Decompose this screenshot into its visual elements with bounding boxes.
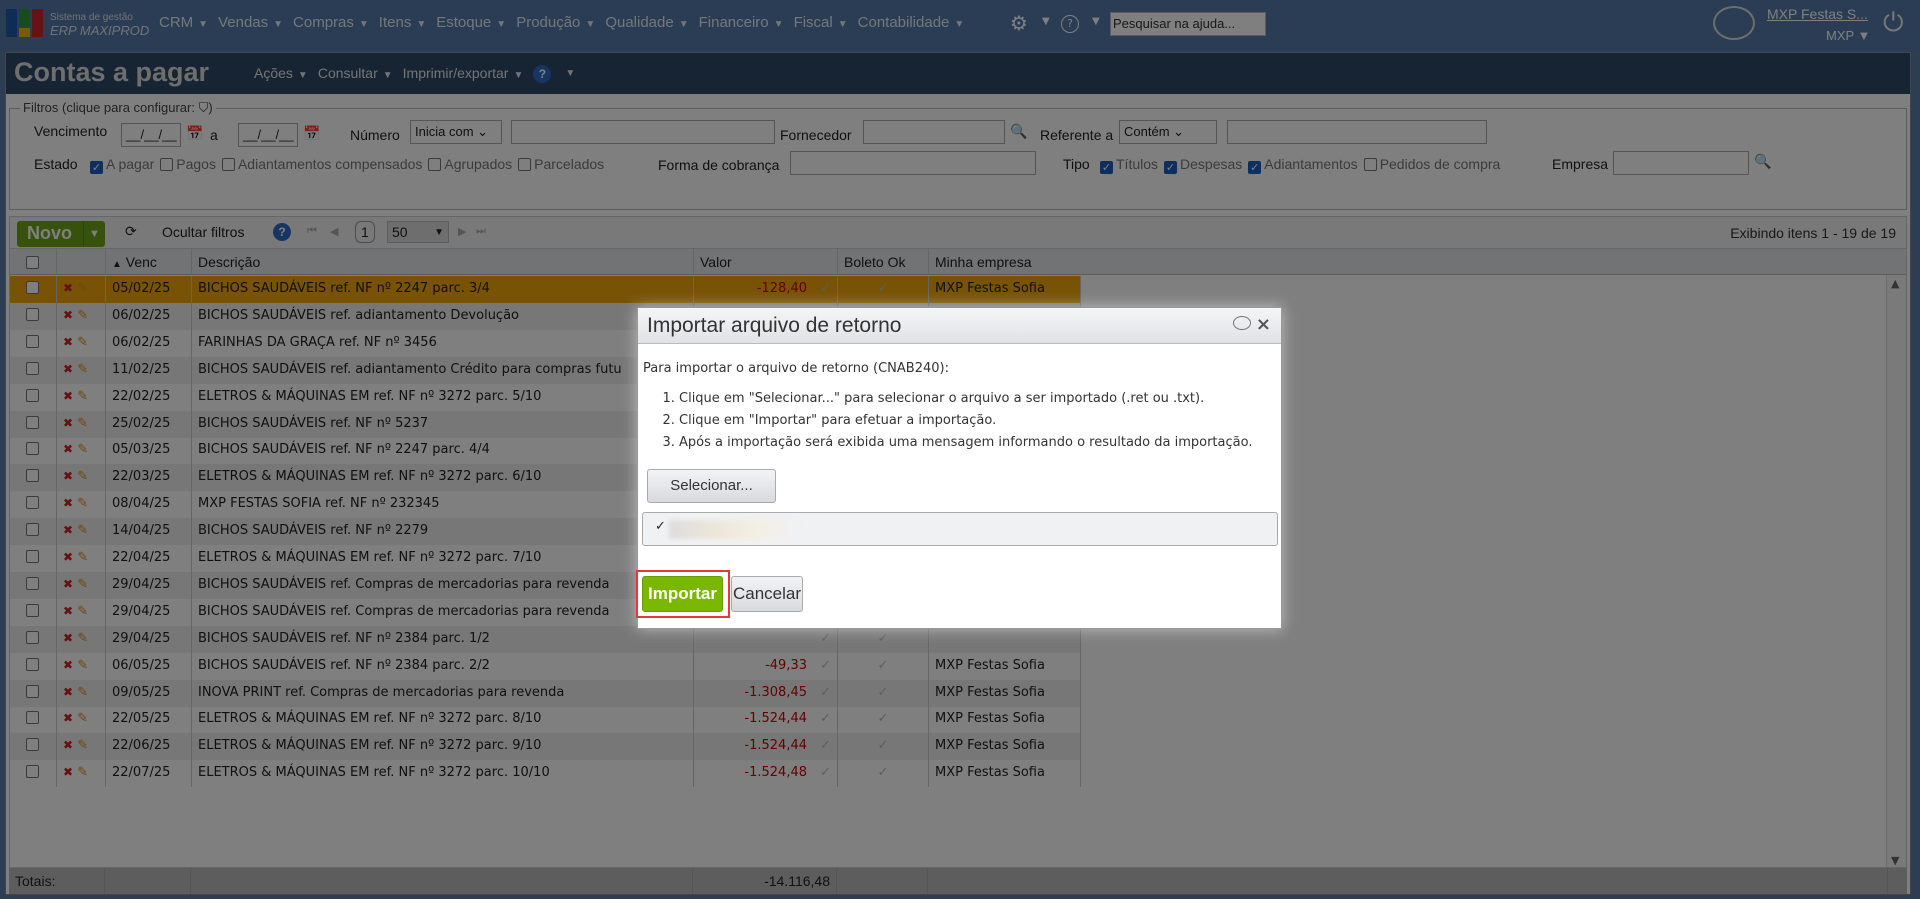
check-icon: ✓ xyxy=(655,519,666,534)
dialog-title: Importar arquivo de retorno xyxy=(647,314,902,337)
select-file-button[interactable]: Selecionar... xyxy=(647,469,776,503)
import-return-dialog: Importar arquivo de retorno × Para impor… xyxy=(636,307,1282,629)
comment-icon[interactable] xyxy=(1233,316,1251,330)
selected-file-box: ✓ xyxy=(642,512,1278,546)
step-item: Clique em "Selecionar..." para seleciona… xyxy=(679,388,1252,410)
close-icon[interactable]: × xyxy=(1256,314,1271,335)
steps-list: Clique em "Selecionar..." para seleciona… xyxy=(679,388,1252,454)
import-button[interactable]: Importar xyxy=(642,576,723,612)
blurred-filename xyxy=(669,520,799,539)
cancel-button[interactable]: Cancelar xyxy=(731,576,803,612)
step-item: Clique em "Importar" para efetuar a impo… xyxy=(679,410,1252,432)
dialog-intro: Para importar o arquivo de retorno (CNAB… xyxy=(643,361,949,376)
step-item: Após a importação será exibida uma mensa… xyxy=(679,432,1252,454)
